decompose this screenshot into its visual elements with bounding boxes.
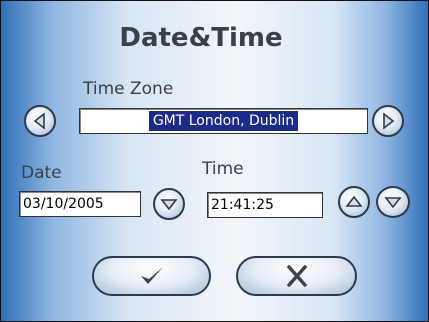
time-label: Time [202,159,244,179]
triangle-left-icon [33,112,45,130]
dialog-title: Date&Time [119,23,283,53]
date-time-dialog: Date&Time Time Zone GMT London, Dublin D… [0,0,429,322]
date-dropdown-button[interactable] [153,188,185,220]
cancel-button[interactable] [236,256,357,296]
checkmark-icon [140,267,163,284]
time-decrease-button[interactable] [376,186,410,218]
triangle-down-icon [384,197,402,209]
next-time-zone-button[interactable] [372,105,404,137]
date-label: Date [21,163,62,183]
date-field[interactable]: 03/10/2005 [19,191,141,217]
triangle-up-icon [345,195,363,207]
time-increase-button[interactable] [338,186,370,218]
triangle-right-icon [383,112,395,130]
triangle-down-icon [160,199,178,211]
time-zone-label: Time Zone [83,79,174,99]
ok-button[interactable] [92,256,211,296]
x-icon [286,265,307,287]
time-zone-value: GMT London, Dublin [148,111,299,131]
time-zone-field[interactable]: GMT London, Dublin [79,108,368,134]
previous-time-zone-button[interactable] [24,105,56,137]
time-field[interactable]: 21:41:25 [207,192,323,218]
